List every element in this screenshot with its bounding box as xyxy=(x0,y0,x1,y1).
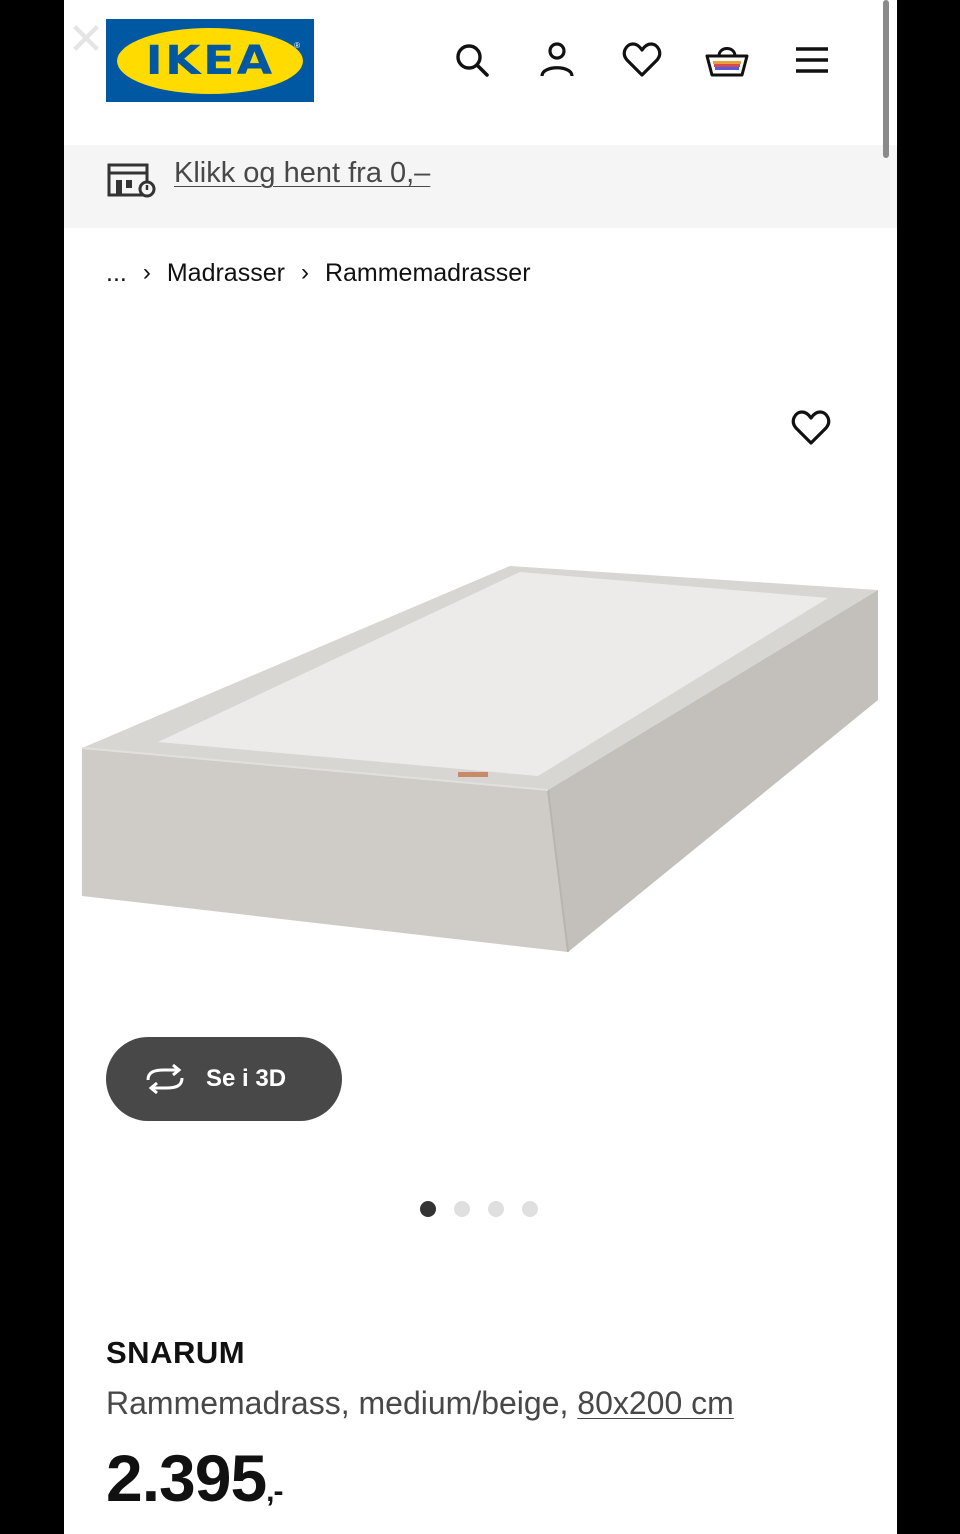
product-type: Rammemadrass, medium/beige, xyxy=(106,1385,578,1421)
logo-oval: IKEA xyxy=(117,27,303,94)
scrollbar[interactable] xyxy=(883,0,889,158)
rotate-3d-icon xyxy=(146,1064,184,1094)
product-image[interactable] xyxy=(78,560,883,960)
product-description: Rammemadrass, medium/beige, 80x200 cm xyxy=(106,1385,734,1422)
store-pickup-icon xyxy=(106,159,156,199)
breadcrumb-ellipsis[interactable]: ... xyxy=(106,259,127,288)
heart-icon[interactable] xyxy=(620,38,664,82)
breadcrumb-separator: › xyxy=(300,259,309,286)
ikea-logo[interactable]: IKEA ® xyxy=(106,19,314,102)
breadcrumb-item-madrasser[interactable]: Madrasser xyxy=(167,259,285,288)
click-collect-link[interactable]: Klikk og hent fra 0,– xyxy=(174,157,430,190)
click-collect-banner: Klikk og hent fra 0,– xyxy=(64,145,897,228)
carousel-indicators xyxy=(420,1201,556,1217)
price-amount: 2.395 xyxy=(106,1441,267,1515)
logo-text: IKEA xyxy=(145,37,275,84)
add-to-favourites-heart-icon[interactable] xyxy=(788,405,834,451)
account-icon[interactable] xyxy=(535,38,579,82)
breadcrumb: ... › Madrasser › Rammemadrasser xyxy=(106,256,531,290)
price-suffix: ,- xyxy=(266,1475,283,1508)
carousel-dot-4[interactable] xyxy=(522,1201,538,1217)
carousel-dot-1[interactable] xyxy=(420,1201,436,1217)
carousel-dot-3[interactable] xyxy=(488,1201,504,1217)
view-in-3d-label: Se i 3D xyxy=(206,1065,287,1092)
breadcrumb-separator: › xyxy=(142,259,151,286)
logo-registered-mark: ® xyxy=(294,41,300,50)
view-in-3d-button[interactable]: Se i 3D xyxy=(106,1037,342,1121)
search-icon[interactable] xyxy=(450,38,494,82)
product-page: IKEA ® Klikk og hent fra 0,– ... › Madra… xyxy=(64,0,897,1534)
basket-icon[interactable] xyxy=(705,38,749,82)
product-size-link[interactable]: 80x200 cm xyxy=(577,1385,734,1421)
close-icon[interactable]: ✕ xyxy=(66,18,106,62)
breadcrumb-item-rammemadrasser[interactable]: Rammemadrasser xyxy=(325,259,531,288)
menu-icon[interactable] xyxy=(790,38,834,82)
product-name: SNARUM xyxy=(106,1335,246,1370)
carousel-dot-2[interactable] xyxy=(454,1201,470,1217)
product-price: 2.395,- xyxy=(106,1440,284,1516)
